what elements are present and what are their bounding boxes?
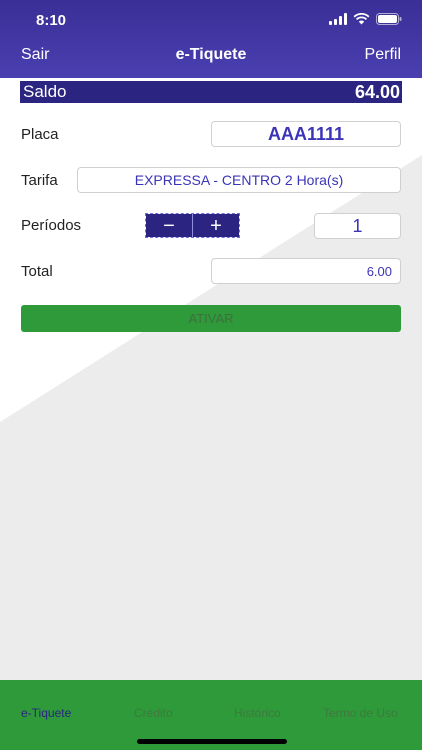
battery-icon: [376, 13, 402, 25]
periods-label: Períodos: [21, 217, 82, 234]
status-time: 8:10: [36, 12, 67, 29]
tariff-label: Tarifa: [21, 172, 58, 189]
plate-field[interactable]: AAA1111: [211, 121, 401, 147]
profile-button[interactable]: Perfil: [365, 46, 401, 64]
decrement-button[interactable]: −: [146, 214, 192, 237]
total-field: 6.00: [211, 258, 401, 284]
tab-bar: e-Tiquete Crédito Histórico Termo de Uso: [0, 680, 422, 750]
activate-button[interactable]: ATIVAR: [21, 305, 401, 332]
balance-value: 64.00: [354, 81, 400, 102]
total-label: Total: [21, 263, 53, 280]
balance-label: Saldo: [23, 82, 67, 101]
home-indicator: [137, 739, 287, 744]
periods-stepper: − +: [145, 213, 240, 238]
background-diagonal: [0, 155, 422, 680]
header: 8:10 Sair e-Tiquete Perfil: [0, 0, 422, 78]
tab-historico[interactable]: Histórico: [234, 706, 281, 720]
tab-etiquete[interactable]: e-Tiquete: [21, 706, 71, 720]
tariff-select[interactable]: EXPRESSA - CENTRO 2 Hora(s): [77, 167, 401, 193]
tab-credito[interactable]: Crédito: [134, 706, 173, 720]
periods-field[interactable]: 1: [314, 213, 401, 239]
balance-row: Saldo 64.00: [20, 81, 402, 103]
nav-bar: Sair e-Tiquete Perfil: [0, 40, 422, 78]
page-title: e-Tiquete: [175, 46, 247, 63]
wifi-icon: [353, 13, 370, 25]
signal-icon: [329, 13, 347, 25]
status-bar: 8:10: [0, 0, 422, 40]
plate-label: Placa: [21, 126, 59, 143]
tab-termo-de-uso[interactable]: Termo de Uso: [323, 706, 398, 720]
status-icons: [329, 13, 402, 25]
increment-button[interactable]: +: [192, 214, 239, 237]
